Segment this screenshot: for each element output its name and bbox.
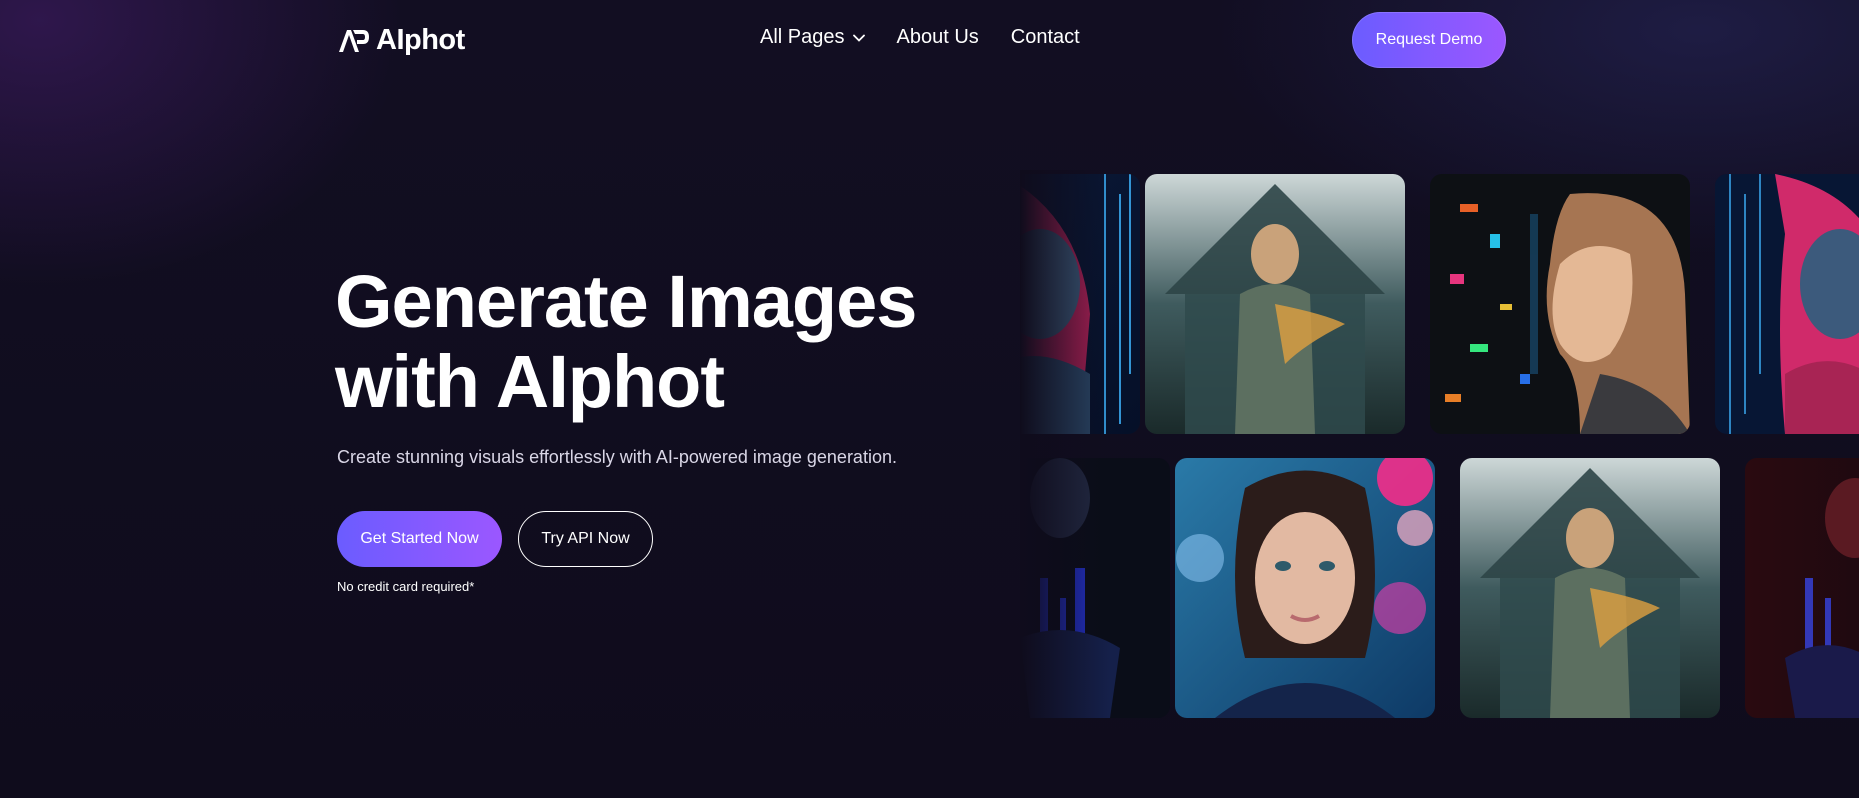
gallery-image-woman-portrait-bokeh[interactable] (1175, 458, 1435, 718)
nav-item-all-pages[interactable]: All Pages (760, 26, 865, 49)
image-gallery (1020, 170, 1859, 730)
nav-item-label: All Pages (760, 26, 845, 48)
hero-title-line-1: Generate Images (335, 260, 917, 343)
gallery-image-hooded-woman-neon[interactable] (1715, 174, 1859, 434)
get-started-button[interactable]: Get Started Now (337, 511, 502, 567)
gallery-image-woman-house[interactable] (1145, 174, 1405, 434)
nav-item-label: About Us (896, 26, 979, 48)
request-demo-button[interactable]: Request Demo (1352, 12, 1506, 68)
landing-page: AIphot All Pages About Us Contact Reques… (0, 0, 1859, 798)
main-nav: All Pages About Us Contact (760, 26, 1080, 49)
hero-title-line-2: with AIphot (335, 340, 725, 423)
hero-title: Generate Images with AIphot (335, 262, 975, 422)
try-api-button[interactable]: Try API Now (518, 511, 653, 567)
hero-subtitle: Create stunning visuals effortlessly wit… (337, 447, 897, 467)
gallery-image-woman-red-neon[interactable] (1745, 458, 1859, 718)
logo[interactable]: AIphot (337, 24, 465, 57)
no-credit-card-note: No credit card required* (337, 579, 475, 594)
logo-mark-icon (339, 29, 369, 52)
nav-item-contact[interactable]: Contact (1011, 26, 1080, 49)
chevron-down-icon (852, 34, 865, 42)
gallery-image-woman-profile-neon[interactable] (1430, 174, 1690, 434)
gallery-image-woman-dark-neon[interactable] (1020, 458, 1170, 718)
nav-item-label: Contact (1010, 26, 1080, 48)
gallery-image-woman-house[interactable] (1460, 458, 1720, 718)
nav-item-about-us[interactable]: About Us (897, 26, 979, 49)
logo-text: AIphot (376, 24, 465, 56)
gallery-image-hooded-woman-neon[interactable] (1020, 174, 1140, 434)
